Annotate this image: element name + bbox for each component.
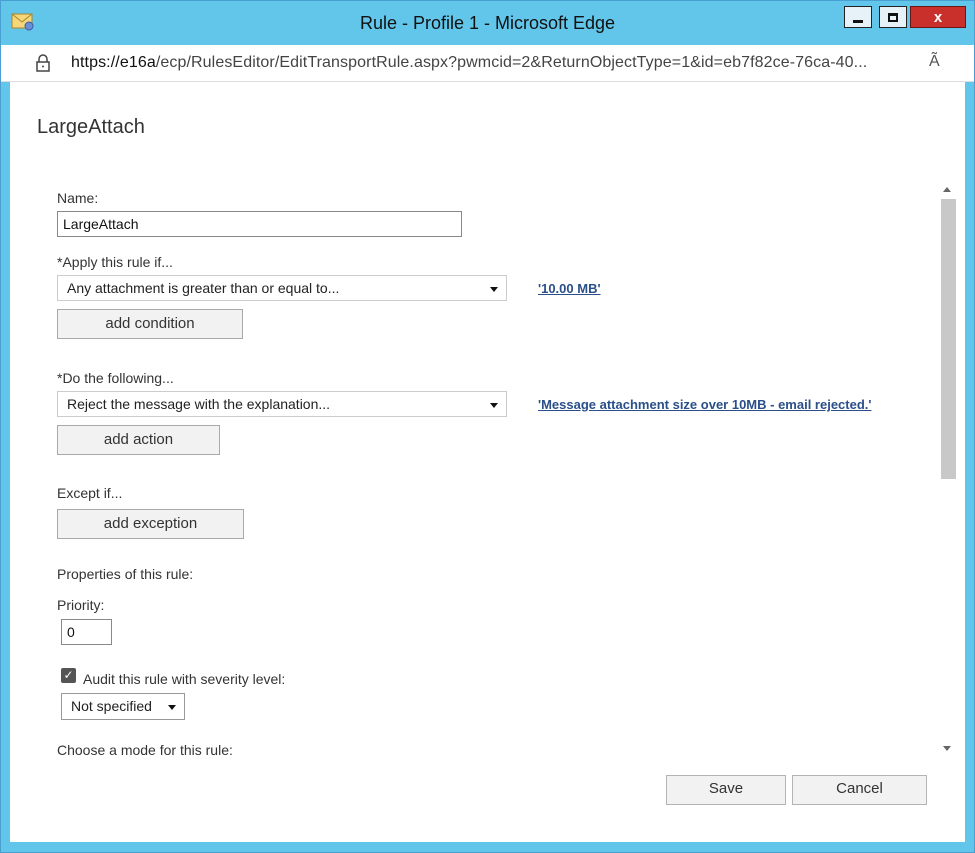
add-action-button[interactable]: add action — [57, 425, 220, 455]
mode-label: Choose a mode for this rule: — [57, 742, 233, 758]
except-label: Except if... — [57, 485, 123, 501]
page-title: LargeAttach — [37, 116, 145, 138]
cancel-button[interactable]: Cancel — [792, 775, 927, 805]
audit-checkbox[interactable]: ✓ — [61, 668, 76, 683]
window-frame-right — [965, 82, 974, 852]
url-path: /ecp/RulesEditor/EditTransportRule.aspx?… — [155, 54, 868, 71]
priority-label: Priority: — [57, 597, 105, 613]
severity-select[interactable]: Not specified — [61, 693, 185, 720]
browser-window: Rule - Profile 1 - Microsoft Edge x http… — [0, 0, 975, 853]
chevron-down-icon — [168, 705, 176, 710]
chevron-down-icon — [490, 287, 498, 292]
action-value-link[interactable]: 'Message attachment size over 10MB - ema… — [538, 397, 872, 412]
address-bar[interactable]: https://e16a/ecp/RulesEditor/EditTranspo… — [1, 45, 974, 82]
scroll-up-icon[interactable] — [943, 187, 951, 192]
chevron-down-icon — [490, 403, 498, 408]
apply-rule-label: *Apply this rule if... — [57, 254, 173, 270]
lock-icon — [36, 54, 50, 72]
severity-select-value: Not specified — [71, 698, 152, 714]
condition-select[interactable]: Any attachment is greater than or equal … — [57, 275, 507, 301]
title-bar: Rule - Profile 1 - Microsoft Edge x — [1, 1, 974, 45]
window-frame-left — [1, 82, 10, 852]
window-frame-bottom — [1, 842, 974, 852]
close-button[interactable]: x — [910, 6, 966, 28]
maximize-button[interactable] — [879, 6, 907, 28]
scroll-down-icon[interactable] — [943, 746, 951, 751]
window-title: Rule - Profile 1 - Microsoft Edge — [359, 13, 616, 33]
save-button[interactable]: Save — [666, 775, 786, 805]
add-exception-button[interactable]: add exception — [57, 509, 244, 539]
priority-input[interactable]: 0 — [61, 619, 112, 645]
condition-select-value: Any attachment is greater than or equal … — [67, 280, 340, 296]
close-icon: x — [933, 8, 943, 26]
action-select-value: Reject the message with the explanation.… — [67, 396, 331, 412]
url-text[interactable]: https://e16a/ecp/RulesEditor/EditTranspo… — [71, 54, 867, 72]
name-input[interactable]: LargeAttach — [57, 211, 462, 237]
add-condition-button[interactable]: add condition — [57, 309, 243, 339]
url-host: https://e16a — [71, 54, 156, 71]
scrollbar-thumb[interactable] — [941, 199, 956, 479]
maximize-icon — [888, 12, 898, 22]
action-select[interactable]: Reject the message with the explanation.… — [57, 391, 507, 417]
condition-value-link[interactable]: '10.00 MB' — [538, 281, 601, 296]
name-label: Name: — [57, 190, 99, 206]
do-following-label: *Do the following... — [57, 370, 174, 386]
properties-label: Properties of this rule: — [57, 566, 194, 582]
minimize-icon — [853, 19, 863, 23]
minimize-button[interactable] — [844, 6, 872, 28]
audit-label: Audit this rule with severity level: — [83, 671, 286, 687]
read-aloud-icon[interactable]: Ã — [929, 53, 940, 71]
rule-editor-page: LargeAttach Name: LargeAttach *Apply thi… — [10, 82, 965, 842]
